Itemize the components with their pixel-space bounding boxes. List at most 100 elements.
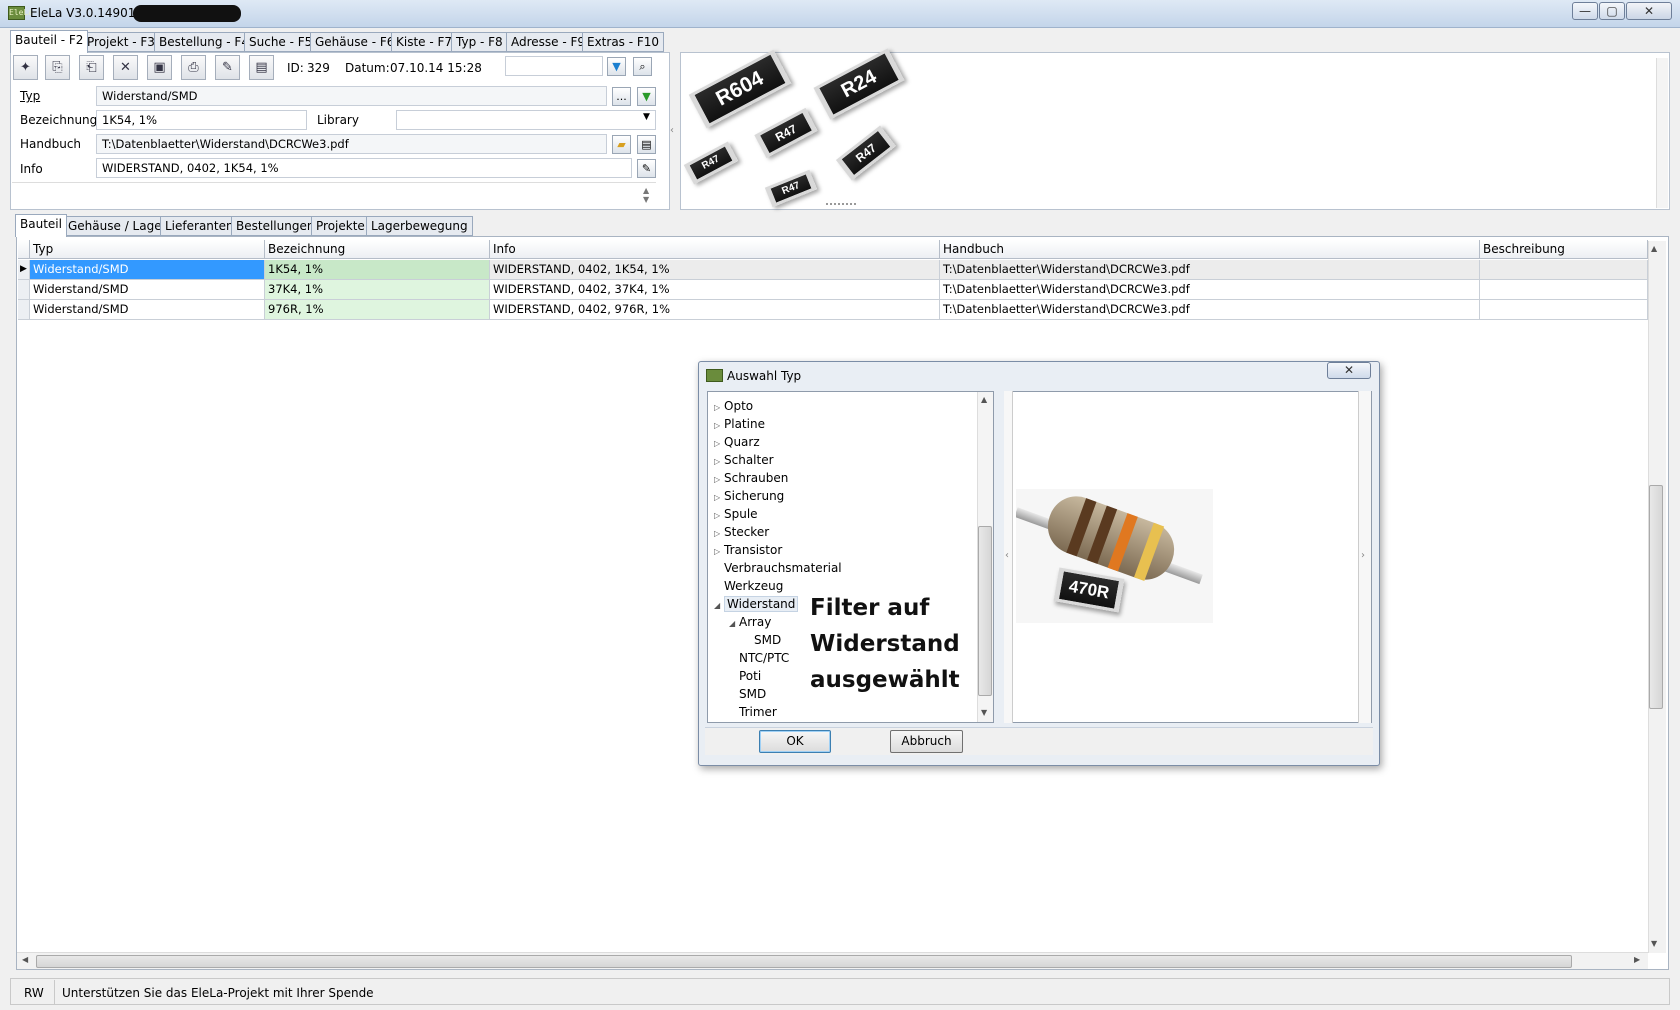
document-cancel-icon: ▤: [255, 60, 268, 75]
image-right-arrow[interactable]: ›: [1361, 550, 1365, 561]
table-cell[interactable]: Widerstand/SMD: [30, 280, 265, 300]
edit-info-button[interactable]: ✎: [637, 159, 656, 178]
table-cell[interactable]: [1480, 260, 1648, 280]
info-field[interactable]: WIDERSTAND, 0402, 1K54, 1%: [96, 158, 632, 178]
tree-node-label: Stecker: [724, 525, 770, 539]
tab-extras[interactable]: Extras - F10: [582, 32, 665, 52]
tab-gehaeuse[interactable]: Gehäuse - F6: [310, 32, 400, 52]
search-button[interactable]: ⌕: [633, 57, 652, 76]
tab-typ[interactable]: Typ - F8: [451, 32, 508, 52]
delete-button[interactable]: ✕: [113, 55, 138, 80]
subtab-gehaeuse-lager[interactable]: Gehäuse / Lager: [63, 216, 172, 236]
subtab-bestellungen[interactable]: Bestellungen: [231, 216, 320, 236]
table-cell[interactable]: T:\Datenblaetter\Widerstand\DCRCWe3.pdf: [940, 280, 1480, 300]
table-cell[interactable]: [1480, 280, 1648, 300]
tree-node[interactable]: Trimer: [714, 703, 976, 721]
typ-field[interactable]: Widerstand/SMD: [96, 86, 607, 106]
edit-button[interactable]: ✎: [215, 55, 240, 80]
image-left-arrow[interactable]: ‹: [1005, 550, 1009, 561]
maximize-button[interactable]: ▢: [1599, 2, 1625, 20]
tab-adresse[interactable]: Adresse - F9: [506, 32, 591, 52]
column-header-typ[interactable]: Typ: [30, 240, 265, 259]
bezeichnung-field[interactable]: 1K54, 1%: [96, 110, 307, 130]
tab-bauteil[interactable]: Bauteil - F2: [10, 30, 89, 53]
tab-kiste[interactable]: Kiste - F7: [391, 32, 458, 52]
tree-node[interactable]: ▷ Stecker: [714, 523, 976, 541]
table-cell[interactable]: WIDERSTAND, 0402, 37K4, 1%: [490, 280, 940, 300]
dialog-title: Auswahl Typ: [727, 369, 802, 383]
table-cell[interactable]: Widerstand/SMD: [30, 260, 265, 280]
table-cell[interactable]: 1K54, 1%: [265, 260, 490, 280]
table-cell[interactable]: T:\Datenblaetter\Widerstand\DCRCWe3.pdf: [940, 260, 1480, 280]
typ-select-button[interactable]: ...: [612, 87, 631, 106]
scroll-up-icon[interactable]: ▲: [981, 395, 987, 404]
table-cell[interactable]: WIDERSTAND, 0402, 976R, 1%: [490, 300, 940, 320]
tree-node[interactable]: ▷ Transistor: [714, 541, 976, 559]
expanded-triangle-icon[interactable]: ◢: [714, 597, 724, 615]
chevron-down-icon[interactable]: ▼: [643, 112, 650, 122]
storage-button[interactable]: ▣: [147, 55, 172, 80]
panel-left-arrow[interactable]: ‹: [670, 125, 674, 136]
vertical-scroll-thumb[interactable]: [1649, 485, 1663, 709]
table-cell[interactable]: [1480, 300, 1648, 320]
table-cell[interactable]: WIDERSTAND, 0402, 1K54, 1%: [490, 260, 940, 280]
typ-filter-button[interactable]: ▼: [637, 87, 656, 106]
copy-part-button[interactable]: ⎘: [45, 55, 70, 80]
splitter-grip[interactable]: [826, 203, 856, 205]
filter-button[interactable]: ▼: [607, 57, 626, 76]
tab-projekt[interactable]: Projekt - F3: [82, 32, 160, 52]
library-select[interactable]: [396, 110, 656, 130]
tree-node[interactable]: ▷ Platine: [714, 415, 976, 433]
subtab-projekte[interactable]: Projekte: [311, 216, 370, 236]
tree-node[interactable]: ▷ Schrauben: [714, 469, 976, 487]
image-panel-scrollbar[interactable]: [1656, 58, 1668, 208]
cancel-edit-button[interactable]: ▤: [249, 55, 274, 80]
close-button[interactable]: ✕: [1626, 2, 1672, 20]
tab-bestellung[interactable]: Bestellung - F4: [154, 32, 254, 52]
open-pdf-button[interactable]: ▤: [637, 135, 656, 154]
column-header-info[interactable]: Info: [490, 240, 940, 259]
memo-scroll-arrows[interactable]: ▲ ▼: [643, 186, 649, 204]
subtab-lieferanten[interactable]: Lieferanten: [160, 216, 239, 236]
tree-node[interactable]: ▷ Schalter: [714, 451, 976, 469]
quick-search-input[interactable]: [505, 56, 603, 76]
status-mode: RW: [24, 986, 44, 1000]
column-header-handbuch[interactable]: Handbuch: [940, 240, 1480, 259]
open-folder-button[interactable]: ▰: [612, 135, 631, 154]
tree-node[interactable]: ▷ Opto: [714, 397, 976, 415]
tree-scroll-thumb[interactable]: [978, 526, 992, 696]
column-header-beschreibung[interactable]: Beschreibung: [1480, 240, 1648, 259]
scroll-up-icon[interactable]: ▲: [1651, 244, 1657, 253]
handbuch-field[interactable]: T:\Datenblaetter\Widerstand\DCRCWe3.pdf: [96, 134, 607, 154]
tree-node[interactable]: ▷ Spule: [714, 505, 976, 523]
table-cell[interactable]: Widerstand/SMD: [30, 300, 265, 320]
status-divider: [54, 980, 55, 1004]
dialog-close-button[interactable]: ✕: [1327, 362, 1371, 379]
column-header-bezeichnung[interactable]: Bezeichnung: [265, 240, 490, 259]
binoculars-icon: ⌕: [639, 60, 646, 73]
tree-node[interactable]: ▷ Quarz: [714, 433, 976, 451]
print-button[interactable]: ⎙: [181, 55, 206, 80]
scroll-left-icon[interactable]: ◀: [22, 955, 28, 964]
id-value: 329: [307, 61, 330, 75]
new-part-button[interactable]: ✦: [13, 55, 38, 80]
table-cell[interactable]: T:\Datenblaetter\Widerstand\DCRCWe3.pdf: [940, 300, 1480, 320]
table-cell[interactable]: 976R, 1%: [265, 300, 490, 320]
minimize-button[interactable]: —: [1572, 2, 1598, 20]
subtab-bauteil[interactable]: Bauteil: [15, 214, 67, 237]
expanded-triangle-icon[interactable]: ◢: [729, 615, 739, 633]
table-cell[interactable]: 37K4, 1%: [265, 280, 490, 300]
subtab-lagerbewegung[interactable]: Lagerbewegung: [366, 216, 473, 236]
ok-button[interactable]: OK: [759, 730, 831, 753]
scroll-down-icon[interactable]: ▼: [1651, 939, 1657, 948]
tree-node[interactable]: ▷ Sicherung: [714, 487, 976, 505]
tree-node[interactable]: Verbrauchsmaterial: [714, 559, 976, 577]
paste-part-button[interactable]: ⎗: [79, 55, 104, 80]
scroll-right-icon[interactable]: ▶: [1634, 955, 1640, 964]
horizontal-scroll-thumb[interactable]: [36, 955, 1572, 968]
tab-suche[interactable]: Suche - F5: [244, 32, 318, 52]
scroll-down-icon[interactable]: ▼: [981, 708, 987, 717]
description-memo[interactable]: [12, 182, 656, 208]
app-icon: EleLa: [8, 6, 33, 20]
abbruch-button[interactable]: Abbruch: [890, 730, 963, 753]
